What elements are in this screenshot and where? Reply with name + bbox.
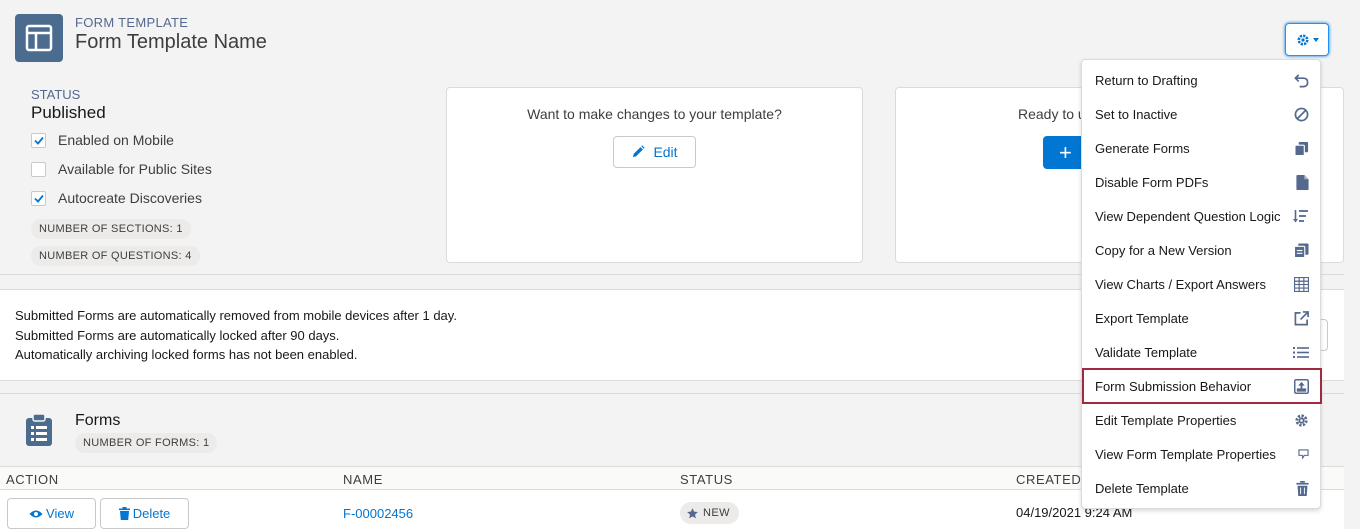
status-badge: NEW (680, 502, 739, 524)
questions-count-badge: NUMBER OF QUESTIONS: 4 (31, 246, 200, 266)
menu-item-label: View Form Template Properties (1095, 446, 1276, 462)
delete-button-label: Delete (132, 506, 171, 521)
column-header-action: ACTION (6, 472, 59, 487)
comment-icon (1298, 449, 1309, 459)
delete-button[interactable]: Delete (100, 498, 189, 529)
trash-icon (1296, 480, 1309, 496)
upload-box-icon (1294, 378, 1309, 394)
menu-item-label: View Charts / Export Answers (1095, 276, 1266, 292)
trash-icon (118, 507, 130, 520)
gear-icon (1295, 413, 1308, 427)
column-header-status[interactable]: STATUS (680, 472, 733, 487)
form-name-link[interactable]: F-00002456 (343, 506, 413, 521)
column-header-name[interactable]: NAME (343, 472, 383, 487)
gear-icon (1297, 34, 1308, 45)
ready-prompt: Ready to u (1018, 106, 1086, 122)
option-label: Autocreate Discoveries (58, 190, 202, 206)
edit-template-card: Want to make changes to your template? E… (446, 87, 863, 263)
menu-item-disable-form-pdfs[interactable]: Disable Form PDFs (1083, 165, 1321, 199)
list-icon (1293, 346, 1309, 358)
menu-item-form-submission-behavior[interactable]: Form Submission Behavior (1082, 368, 1322, 404)
copy-icon (1294, 141, 1309, 156)
sections-count-badge: NUMBER OF SECTIONS: 1 (31, 219, 191, 239)
ban-icon (1294, 107, 1309, 121)
chevron-down-icon (1312, 37, 1319, 42)
menu-item-edit-template-properties[interactable]: Edit Template Properties (1083, 403, 1321, 437)
option-available-for-public-sites[interactable]: Available for Public Sites (31, 161, 212, 177)
forms-count-badge: NUMBER OF FORMS: 1 (75, 433, 218, 453)
option-label: Available for Public Sites (58, 161, 212, 177)
menu-item-label: Copy for a New Version (1095, 242, 1232, 258)
option-enabled-on-mobile[interactable]: Enabled on Mobile (31, 132, 174, 148)
plus-icon: + (1059, 139, 1072, 165)
checkbox[interactable] (31, 132, 46, 148)
edit-prompt: Want to make changes to your template? (527, 106, 782, 122)
checkbox[interactable] (31, 190, 46, 206)
actions-dropdown-menu: Return to Drafting Set to Inactive Gener… (1081, 59, 1322, 509)
table-icon (1294, 276, 1309, 292)
page-title: Form Template Name (75, 31, 267, 53)
external-link-icon (1294, 310, 1309, 325)
pencil-icon (633, 145, 646, 157)
duplicate-icon (1294, 242, 1309, 258)
menu-item-return-to-drafting[interactable]: Return to Drafting (1083, 63, 1321, 97)
info-line: Automatically archiving locked forms has… (15, 347, 358, 362)
menu-item-view-charts-export-answers[interactable]: View Charts / Export Answers (1083, 267, 1321, 301)
page: FORM TEMPLATE Form Template Name STATUS … (0, 0, 1360, 529)
menu-item-label: View Dependent Question Logic (1095, 208, 1281, 224)
edit-button[interactable]: Edit (613, 136, 696, 168)
checkbox[interactable] (31, 161, 46, 177)
menu-item-view-dependent-question-logic[interactable]: View Dependent Question Logic (1083, 199, 1321, 233)
view-button-label: View (46, 506, 74, 521)
undo-icon (1294, 73, 1309, 87)
menu-item-copy-for-a-new-version[interactable]: Copy for a New Version (1083, 233, 1321, 267)
menu-item-export-template[interactable]: Export Template (1083, 301, 1321, 335)
menu-item-label: Disable Form PDFs (1095, 174, 1209, 190)
menu-item-label: Form Submission Behavior (1095, 378, 1252, 394)
menu-item-set-to-inactive[interactable]: Set to Inactive (1083, 97, 1321, 131)
status-badge-label: NEW (703, 507, 730, 519)
menu-item-generate-forms[interactable]: Generate Forms (1083, 131, 1321, 165)
file-icon (1296, 174, 1309, 190)
menu-item-label: Validate Template (1095, 344, 1198, 360)
clipboard-icon (26, 413, 52, 446)
menu-item-validate-template[interactable]: Validate Template (1083, 335, 1321, 369)
info-line: Submitted Forms are automatically locked… (15, 328, 340, 343)
view-button[interactable]: View (7, 498, 96, 529)
edit-button-label: Edit (653, 144, 678, 160)
status-label: STATUS (31, 87, 81, 102)
checkmark-icon (33, 194, 44, 203)
form-template-icon (15, 14, 63, 62)
option-label: Enabled on Mobile (58, 132, 174, 148)
menu-item-view-form-template-properties[interactable]: View Form Template Properties (1083, 437, 1321, 471)
forms-title: Forms (75, 412, 121, 429)
eye-icon (29, 510, 43, 517)
star-icon (687, 507, 698, 518)
menu-item-label: Edit Template Properties (1095, 412, 1237, 428)
checkmark-icon (33, 136, 44, 145)
menu-item-label: Delete Template (1095, 480, 1189, 496)
sort-lines-icon (1293, 210, 1308, 223)
menu-item-label: Export Template (1095, 310, 1189, 326)
menu-item-label: Return to Drafting (1095, 72, 1198, 88)
status-value: Published (31, 103, 106, 122)
menu-item-delete-template[interactable]: Delete Template (1083, 471, 1321, 505)
header-eyebrow: FORM TEMPLATE (75, 15, 189, 30)
actions-menu-button[interactable] (1285, 23, 1329, 56)
option-autocreate-discoveries[interactable]: Autocreate Discoveries (31, 190, 202, 206)
menu-item-label: Generate Forms (1095, 140, 1190, 156)
menu-item-label: Set to Inactive (1095, 106, 1178, 122)
info-line: Submitted Forms are automatically remove… (15, 308, 457, 323)
